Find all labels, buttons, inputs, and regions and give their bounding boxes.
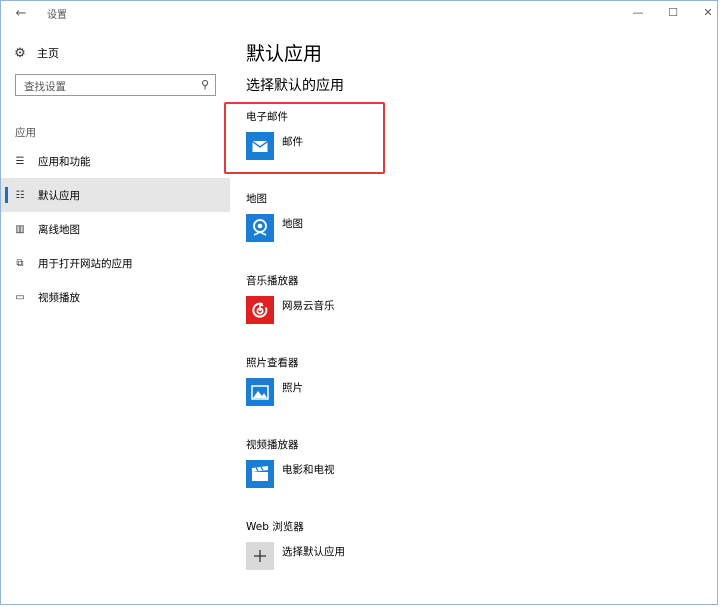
default-app-music[interactable]: 网易云音乐 — [246, 296, 335, 324]
sidebar-item-default-apps[interactable]: ☷ 默认应用 — [1, 178, 230, 212]
minimize-button[interactable]: — — [621, 3, 655, 23]
default-app-photos[interactable]: 照片 — [246, 378, 303, 406]
maximize-icon: ☐ — [668, 6, 678, 19]
category-label: 视频播放器 — [246, 439, 299, 451]
search-input[interactable]: 查找设置 ⚲ — [15, 74, 216, 96]
list-icon: ☰ — [15, 155, 25, 167]
sidebar-item-label: 默认应用 — [38, 189, 80, 202]
sidebar-item-apps-features[interactable]: ☰ 应用和功能 — [1, 144, 230, 178]
email-highlight-box — [224, 102, 385, 174]
map-icon: ▥ — [15, 223, 25, 235]
close-icon: ✕ — [703, 6, 713, 19]
plus-icon — [246, 542, 274, 570]
category-label: Web 浏览器 — [246, 521, 304, 533]
choose-default-browser[interactable]: 选择默认应用 — [246, 542, 345, 570]
category-label: 音乐播放器 — [246, 275, 299, 287]
home-link[interactable]: ⚙ 主页 — [13, 43, 59, 63]
movies-tv-icon — [246, 460, 274, 488]
minimize-icon: — — [632, 6, 644, 19]
search-icon: ⚲ — [200, 78, 209, 91]
default-app-video[interactable]: 电影和电视 — [246, 460, 335, 488]
app-name: 选择默认应用 — [282, 545, 345, 558]
close-button[interactable]: ✕ — [691, 3, 717, 23]
category-web-browser: Web 浏览器 选择默认应用 — [246, 519, 345, 570]
page-subtitle: 选择默认的应用 — [246, 78, 344, 94]
app-name: 地图 — [282, 217, 303, 230]
website-apps-icon: ⧉ — [16, 257, 24, 269]
category-music-player: 音乐播放器 网易云音乐 — [246, 273, 335, 324]
netease-music-icon — [246, 296, 274, 324]
home-label: 主页 — [37, 47, 59, 60]
title-bar: ← 设置 — ☐ ✕ — [1, 1, 717, 27]
app-name: 电影和电视 — [282, 463, 335, 476]
video-icon: ▭ — [15, 291, 25, 303]
photos-icon — [246, 378, 274, 406]
app-name: 网易云音乐 — [282, 299, 335, 312]
settings-window: ← 设置 — ☐ ✕ ⚙ 主页 查找设置 ⚲ 应用 ☰ 应用和功能 ☷ 默认应用… — [0, 0, 718, 605]
page-title: 默认应用 — [246, 43, 323, 65]
sidebar-item-label: 应用和功能 — [38, 155, 91, 168]
category-video-player: 视频播放器 电影和电视 — [246, 437, 335, 488]
sidebar-item-label: 视频播放 — [38, 291, 80, 304]
sidebar-item-offline-maps[interactable]: ▥ 离线地图 — [1, 212, 230, 246]
sidebar-item-website-apps[interactable]: ⧉ 用于打开网站的应用 — [1, 246, 230, 280]
default-app-maps[interactable]: 地图 — [246, 214, 303, 242]
maximize-button[interactable]: ☐ — [656, 3, 690, 23]
back-button[interactable]: ← — [11, 5, 31, 23]
sidebar: ⚙ 主页 查找设置 ⚲ 应用 ☰ 应用和功能 ☷ 默认应用 ▥ 离线地图 ⧉ 用… — [1, 27, 230, 604]
sidebar-item-video-playback[interactable]: ▭ 视频播放 — [1, 280, 230, 314]
default-apps-icon: ☷ — [15, 189, 25, 201]
maps-app-icon — [246, 214, 274, 242]
window-title: 设置 — [47, 10, 67, 21]
category-label: 照片查看器 — [246, 357, 299, 369]
gear-icon: ⚙ — [14, 45, 26, 61]
back-arrow-icon: ← — [15, 6, 27, 21]
sidebar-nav: ☰ 应用和功能 ☷ 默认应用 ▥ 离线地图 ⧉ 用于打开网站的应用 ▭ 视频播放 — [1, 144, 230, 314]
app-name: 照片 — [282, 381, 303, 394]
category-label: 地图 — [246, 193, 267, 205]
search-placeholder: 查找设置 — [24, 81, 66, 93]
sidebar-item-label: 用于打开网站的应用 — [38, 257, 133, 270]
sidebar-item-label: 离线地图 — [38, 223, 80, 236]
category-photo-viewer: 照片查看器 照片 — [246, 355, 303, 406]
section-label-apps: 应用 — [15, 127, 36, 139]
category-maps: 地图 地图 — [246, 191, 303, 242]
